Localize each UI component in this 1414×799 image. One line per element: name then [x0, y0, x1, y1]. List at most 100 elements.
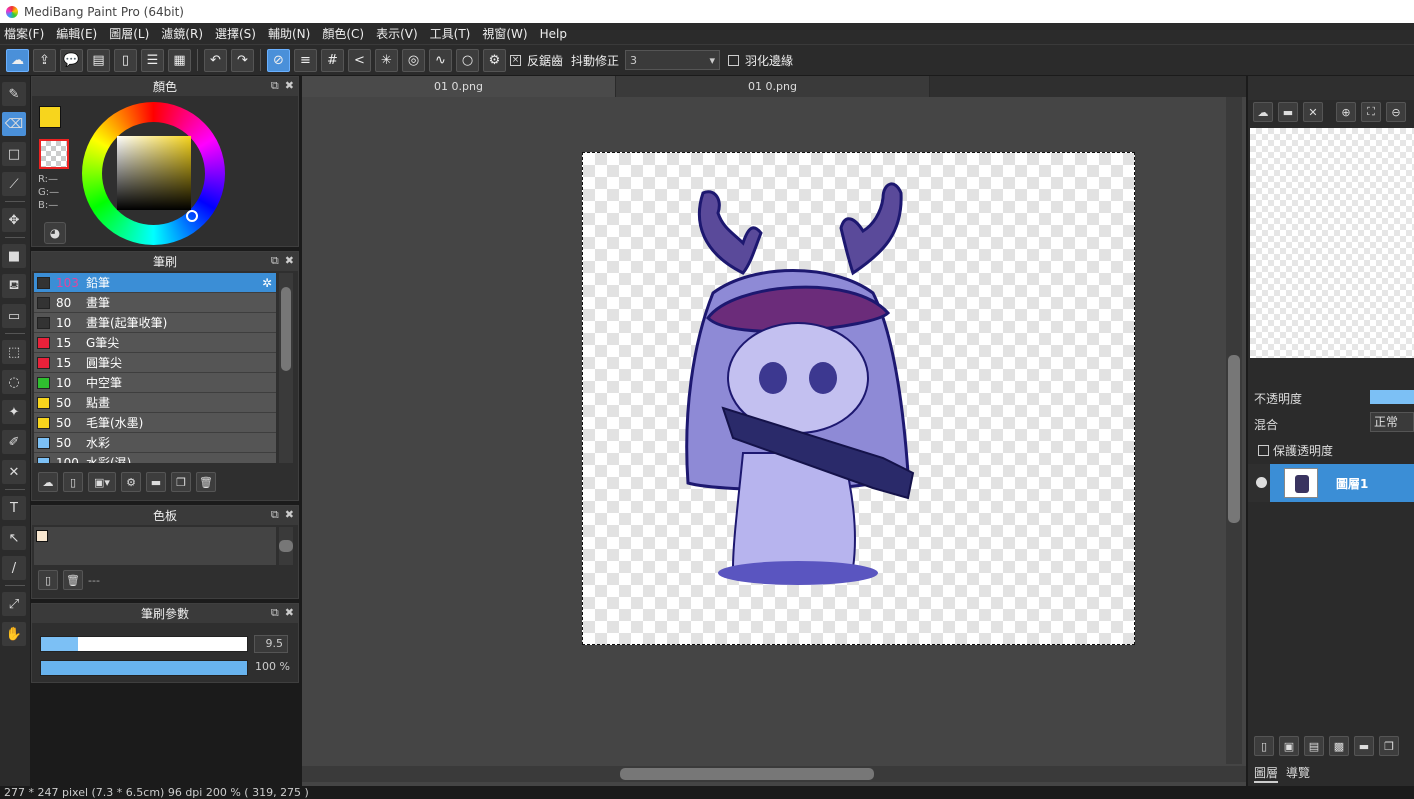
layer-visibility-icon[interactable] [1256, 477, 1267, 488]
detach-icon[interactable]: ⧉ [271, 508, 279, 522]
brush-opacity-slider[interactable] [40, 660, 248, 676]
brush-tool-icon[interactable]: ✎ [2, 82, 26, 106]
snap-grid-icon[interactable]: # [321, 48, 344, 72]
eyedropper-tool-icon[interactable]: ⤢ [2, 592, 26, 616]
stabilizer-select[interactable]: 3 ▾ [625, 50, 721, 70]
brush-item[interactable]: 80 畫筆 [34, 293, 276, 313]
menu-edit[interactable]: 編輯(E) [56, 25, 97, 42]
close-icon[interactable]: ✖ [285, 254, 294, 268]
magic-wand-icon[interactable]: ✦ [2, 400, 26, 424]
transparent-layer-icon[interactable]: ▩ [1329, 736, 1349, 756]
menu-help[interactable]: Help [540, 27, 567, 41]
brush-item[interactable]: 50 水彩 [34, 433, 276, 453]
tab-navigator[interactable]: 導覽 [1286, 764, 1310, 783]
detach-icon[interactable]: ⧉ [271, 254, 279, 268]
eraser-tool-icon[interactable]: ⌫ [2, 112, 26, 136]
select-rect-icon[interactable]: ⬚ [2, 340, 26, 364]
page-manage-icon[interactable]: ▦ [168, 48, 191, 72]
cloud-icon[interactable]: ☁ [1253, 102, 1273, 122]
rect-tool-icon[interactable]: □ [2, 142, 26, 166]
brush-item[interactable]: 10 畫筆(起筆收筆) [34, 313, 276, 333]
duplicate-icon[interactable]: ❐ [1379, 736, 1399, 756]
lasso-tool-icon[interactable]: ◌ [2, 370, 26, 394]
brush-item[interactable]: 50 毛筆(水墨) [34, 413, 276, 433]
menu-view[interactable]: 表示(V) [376, 25, 418, 42]
divide-tool-icon[interactable]: / [2, 556, 26, 580]
folder-icon[interactable]: ▬ [146, 472, 166, 492]
new-swatch-icon[interactable]: ▯ [38, 570, 58, 590]
menu-filter[interactable]: 濾鏡(R) [161, 25, 203, 42]
select-eraser-icon[interactable]: ✕ [2, 460, 26, 484]
close-icon[interactable]: ✖ [285, 79, 294, 93]
redo-icon[interactable]: ↷ [231, 48, 254, 72]
drawing-canvas[interactable] [582, 152, 1135, 645]
brush-list-scrollbar[interactable] [279, 273, 293, 463]
layer-opacity-slider[interactable] [1370, 390, 1414, 404]
page-icon[interactable]: ▯ [114, 48, 137, 72]
menu-select[interactable]: 選擇(S) [215, 25, 256, 42]
layer-row[interactable]: 圖層1 [1248, 464, 1414, 502]
saturation-value-square[interactable] [117, 136, 191, 210]
snap-ellipse-icon[interactable]: ○ [456, 48, 479, 72]
brush-settings-icon[interactable]: ⚙ [121, 472, 141, 492]
canvas-vertical-scrollbar[interactable] [1226, 97, 1242, 764]
menu-layer[interactable]: 圖層(L) [109, 25, 149, 42]
snap-settings-icon[interactable]: ⚙ [483, 48, 506, 72]
brush-item[interactable]: 103 鉛筆 ✲ [34, 273, 276, 293]
snap-vanish-icon[interactable]: < [348, 48, 371, 72]
snap-curve-icon[interactable]: ∿ [429, 48, 452, 72]
scroll-thumb[interactable] [281, 287, 291, 371]
close-icon[interactable]: ✕ [1303, 102, 1323, 122]
tab-layers[interactable]: 圖層 [1254, 764, 1279, 783]
new-layer-icon[interactable]: ▯ [1254, 736, 1274, 756]
upload-icon[interactable]: ⇪ [33, 48, 56, 72]
brush-item[interactable]: 100 水彩(濕) [34, 453, 276, 463]
gradient-tool-icon[interactable]: ▭ [2, 304, 26, 328]
scroll-thumb[interactable] [1228, 355, 1240, 523]
menu-color[interactable]: 顏色(C) [322, 25, 364, 42]
fit-screen-icon[interactable]: ⛶ [1361, 102, 1381, 122]
palette-color-swatch[interactable] [36, 530, 48, 542]
document-tab[interactable]: 01 0.png [616, 76, 930, 97]
zoom-in-icon[interactable]: ⊕ [1336, 102, 1356, 122]
text-tool-icon[interactable]: T [2, 496, 26, 520]
speech-bubble-icon[interactable]: 💬 [60, 48, 83, 72]
brush-item[interactable]: 15 圓筆尖 [34, 353, 276, 373]
menu-tool[interactable]: 工具(T) [430, 25, 471, 42]
select-pen-icon[interactable]: ✐ [2, 430, 26, 454]
menu-file[interactable]: 檔案(F) [4, 25, 44, 42]
comment-icon[interactable]: ▤ [87, 48, 110, 72]
menu-assist[interactable]: 輔助(N) [268, 25, 310, 42]
dot-tool-icon[interactable]: ⟋ [2, 172, 26, 196]
feather-checkbox[interactable] [728, 54, 740, 66]
palette-scrollbar[interactable] [279, 527, 293, 565]
trash-icon[interactable]: 🗑 [196, 472, 216, 492]
protect-alpha-checkbox[interactable] [1258, 445, 1269, 456]
scroll-thumb[interactable] [620, 768, 874, 780]
hue-handle[interactable] [186, 210, 198, 222]
menu-window[interactable]: 視窗(W) [482, 25, 527, 42]
document-tab[interactable]: 01 0.png [302, 76, 616, 97]
undo-icon[interactable]: ↶ [204, 48, 227, 72]
snap-parallel-icon[interactable]: ≡ [294, 48, 317, 72]
trash-icon[interactable]: 🗑 [63, 570, 83, 590]
brush-item[interactable]: 15 G筆尖 [34, 333, 276, 353]
snap-off-icon[interactable]: ⊘ [267, 48, 290, 72]
snap-radial-icon[interactable]: ✳ [375, 48, 398, 72]
fill-rect-tool-icon[interactable]: ■ [2, 244, 26, 268]
zoom-out-icon[interactable]: ⊖ [1386, 102, 1406, 122]
background-color-swatch[interactable] [39, 139, 69, 169]
detach-icon[interactable]: ⧉ [271, 79, 279, 93]
gear-icon[interactable]: ✲ [262, 276, 272, 290]
bucket-tool-icon[interactable]: ⛾ [2, 274, 26, 298]
move-tool-icon[interactable]: ✥ [2, 208, 26, 232]
palette-icon[interactable]: ◕ [44, 222, 66, 244]
add-brush-dropdown-icon[interactable]: ▣▾ [88, 472, 116, 492]
blend-mode-select[interactable]: 正常 [1370, 412, 1414, 432]
open-folder-icon[interactable]: ▬ [1278, 102, 1298, 122]
brush-size-slider[interactable] [40, 636, 248, 652]
close-icon[interactable]: ✖ [285, 606, 294, 620]
close-icon[interactable]: ✖ [285, 508, 294, 522]
detach-icon[interactable]: ⧉ [271, 606, 279, 620]
hand-tool-icon[interactable]: ✋ [2, 622, 26, 646]
